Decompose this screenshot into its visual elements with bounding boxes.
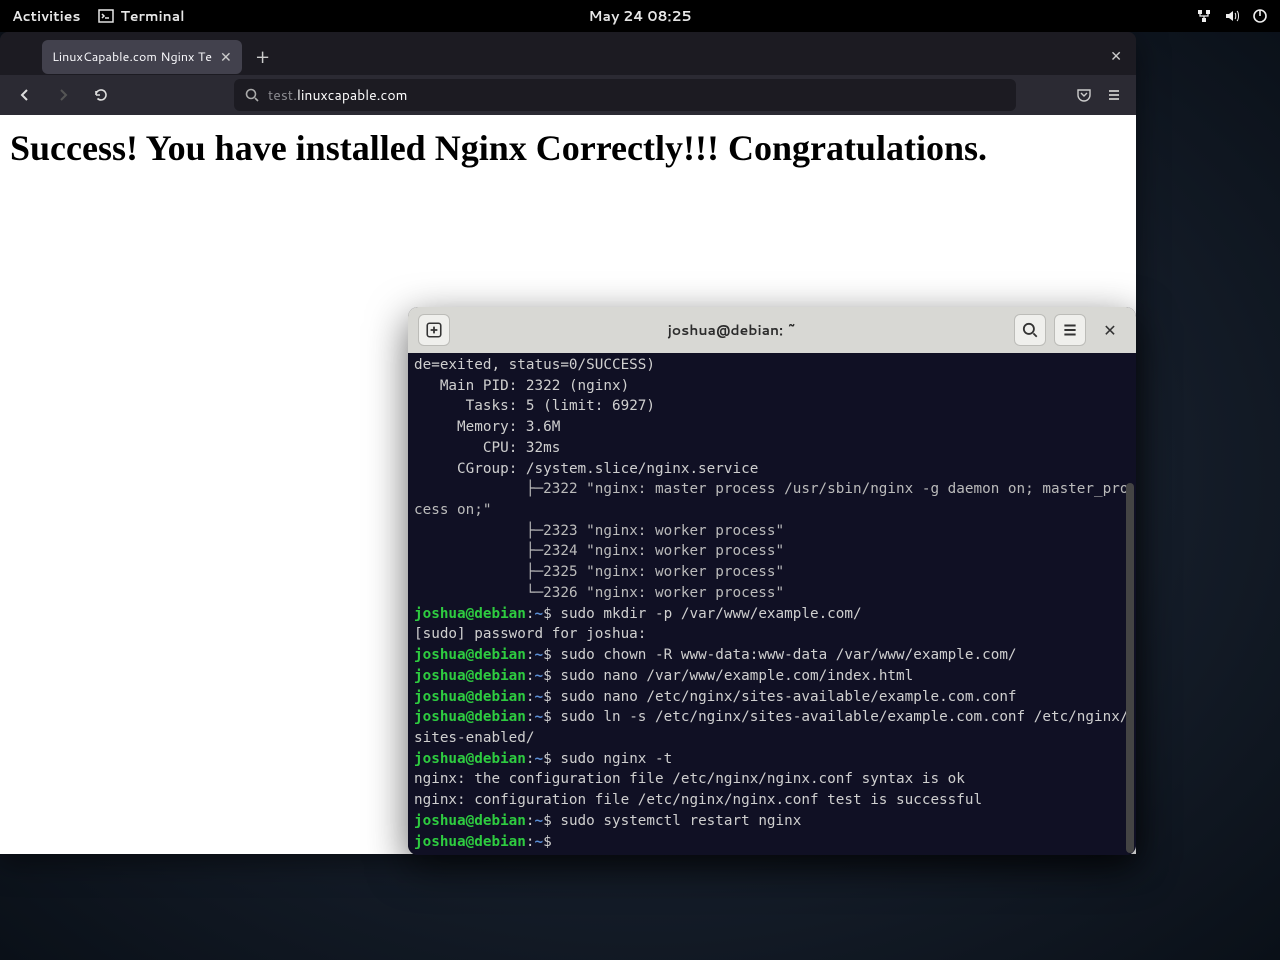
arrow-right-icon [55,87,71,103]
reload-button[interactable] [86,80,116,110]
tabstrip: LinuxCapable.com Nginx Tes ✕ + [0,32,1136,75]
window-close-icon[interactable]: ✕ [1110,46,1122,66]
terminal-close-button[interactable]: ✕ [1094,314,1126,346]
terminal-search-button[interactable] [1014,314,1046,346]
plus-tab-icon [425,321,443,339]
terminal-icon [98,8,114,24]
active-app-name: Terminal [120,6,184,26]
gnome-topbar: Activities Terminal May 24 08:25 [0,0,1280,32]
search-icon [1021,321,1039,339]
terminal-output[interactable]: de=exited, status=0/SUCCESS) Main PID: 2… [408,353,1136,855]
tab-close-icon[interactable]: ✕ [220,47,232,67]
hamburger-icon [1061,321,1079,339]
page-heading: Success! You have installed Nginx Correc… [10,127,1126,170]
close-icon: ✕ [1103,319,1116,342]
terminal-window: joshua@debian: ~ ✕ de=exited, status=0/S… [408,307,1136,855]
terminal-menu-button[interactable] [1054,314,1086,346]
power-icon[interactable] [1252,8,1268,24]
terminal-new-tab-button[interactable] [418,314,450,346]
new-tab-button[interactable]: + [250,43,276,71]
browser-toolbar: test.linuxcapable.com [0,75,1136,115]
terminal-title: joshua@debian: ~ [458,320,1006,340]
back-button[interactable] [10,80,40,110]
pocket-icon[interactable] [1076,87,1092,103]
tab-title: LinuxCapable.com Nginx Tes [52,48,212,66]
url-text: test.linuxcapable.com [268,85,408,105]
activities-button[interactable]: Activities [12,6,80,26]
volume-icon[interactable] [1224,8,1240,24]
clock[interactable]: May 24 08:25 [589,6,692,26]
reload-icon [93,87,109,103]
hamburger-icon[interactable] [1106,87,1122,103]
forward-button[interactable] [48,80,78,110]
network-icon[interactable] [1196,8,1212,24]
terminal-scrollbar[interactable] [1126,483,1134,853]
active-app-indicator[interactable]: Terminal [98,6,184,26]
search-icon [244,87,260,103]
terminal-titlebar: joshua@debian: ~ ✕ [408,307,1136,353]
arrow-left-icon [17,87,33,103]
browser-tab[interactable]: LinuxCapable.com Nginx Tes ✕ [42,40,242,74]
url-bar[interactable]: test.linuxcapable.com [234,79,1016,111]
